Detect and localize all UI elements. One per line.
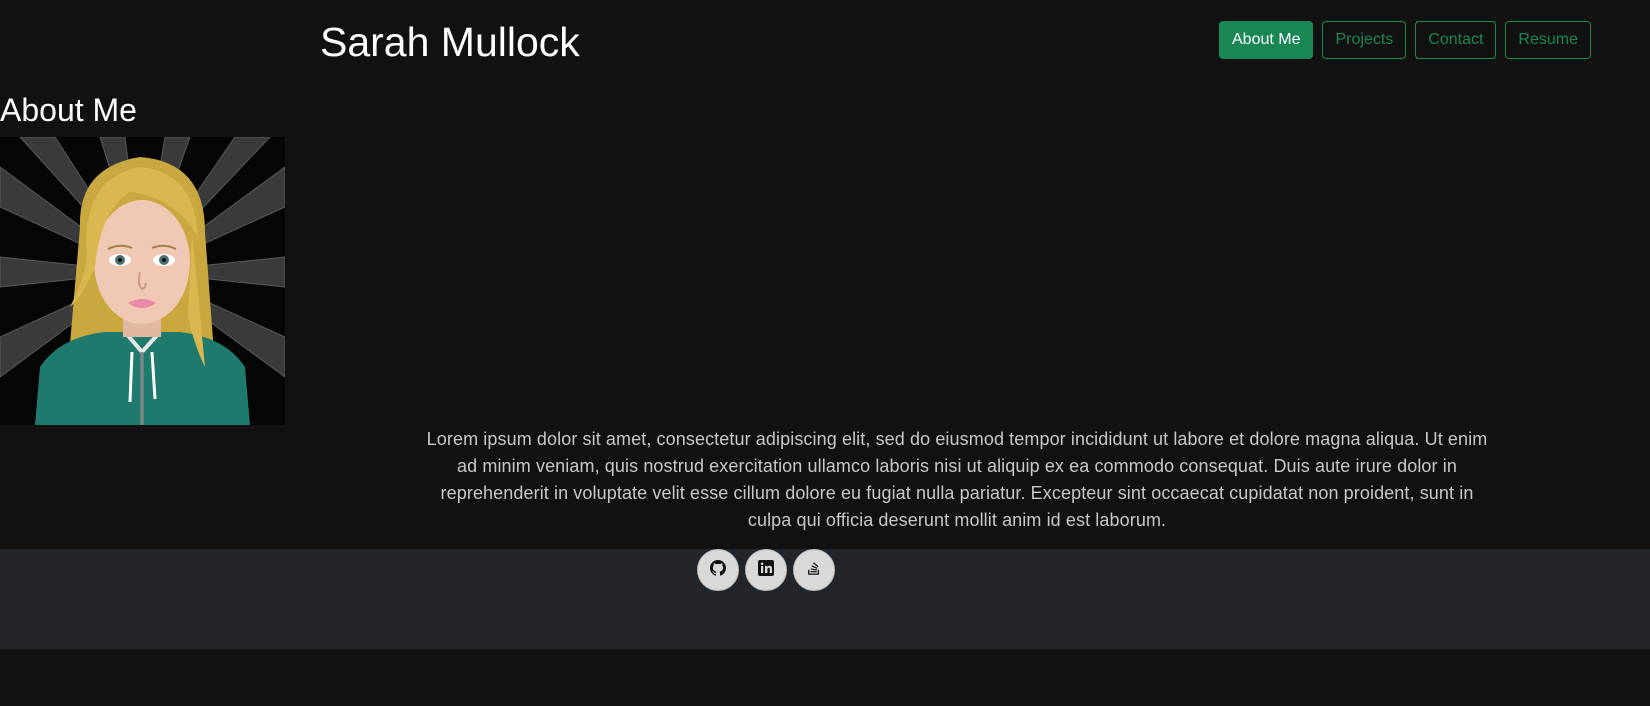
main-nav: About Me Projects Contact Resume: [1219, 21, 1591, 59]
nav-about-me-button[interactable]: About Me: [1219, 21, 1314, 59]
linkedin-link[interactable]: [745, 549, 787, 591]
nav-contact-button[interactable]: Contact: [1415, 21, 1497, 59]
linkedin-icon: [758, 559, 774, 581]
stack-overflow-icon: [807, 561, 821, 580]
social-links: [697, 549, 835, 591]
bio-text: Lorem ipsum dolor sit amet, consectetur …: [426, 429, 1488, 530]
github-icon: [710, 559, 727, 581]
github-link[interactable]: [697, 549, 739, 591]
avatar-image: [0, 137, 285, 425]
nav-projects-button[interactable]: Projects: [1322, 21, 1407, 59]
nav-resume-button[interactable]: Resume: [1505, 21, 1591, 59]
site-title: Sarah Mullock: [320, 19, 580, 65]
about-heading: About Me: [0, 92, 137, 128]
stack-overflow-link[interactable]: [793, 549, 835, 591]
